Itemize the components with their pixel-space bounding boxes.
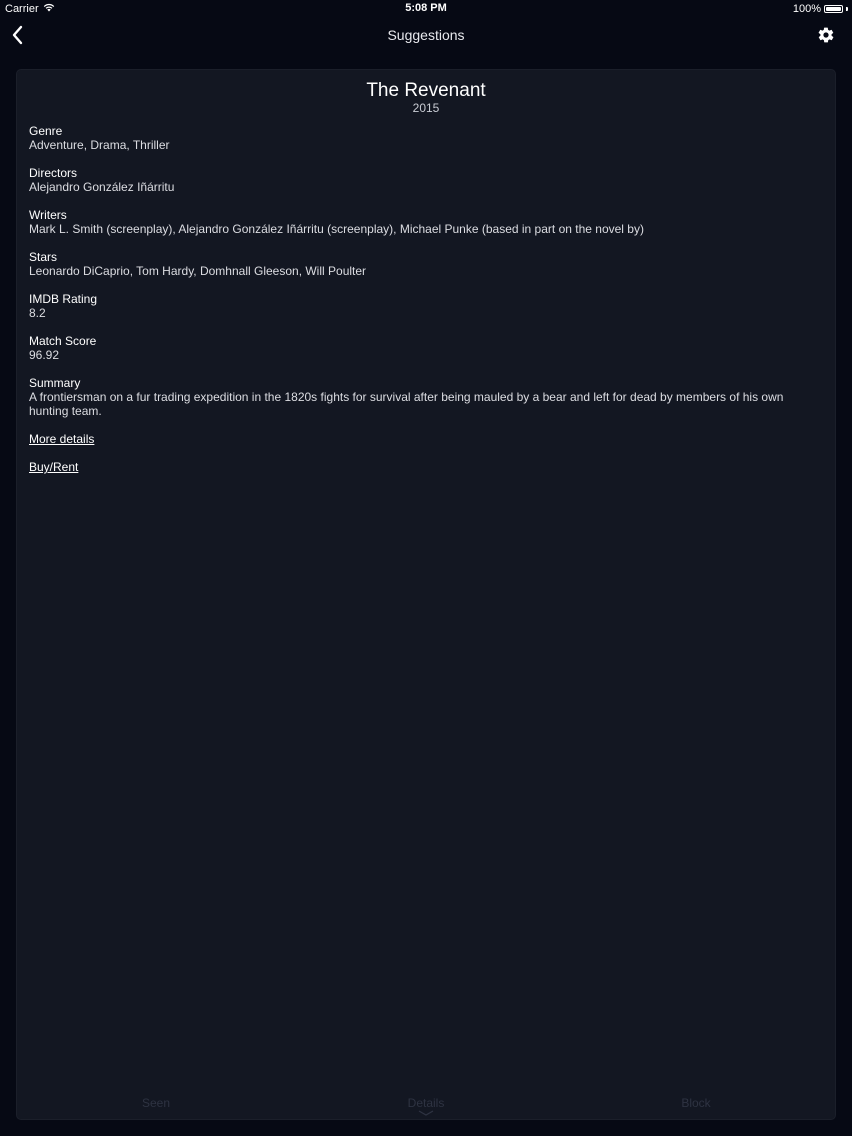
field-value: 96.92 (29, 348, 60, 362)
status-time: 5:08 PM (405, 2, 447, 14)
field-stars: Stars Leonardo DiCaprio, Tom Hardy, Domh… (29, 250, 795, 278)
status-bar: Carrier 5:08 PM 100% (0, 0, 852, 18)
field-genre: Genre Adventure, Drama, Thriller (29, 124, 795, 152)
buy-rent-link[interactable]: Buy/Rent (29, 460, 78, 474)
field-value: A frontiersman on a fur trading expediti… (29, 390, 784, 418)
field-directors: Directors Alejandro González Iñárritu (29, 166, 795, 194)
bottom-tab-bar: Seen Details Block (17, 1090, 835, 1119)
status-right: 100% (793, 3, 848, 15)
battery-tip (846, 7, 848, 11)
chevron-down-icon (418, 1110, 434, 1116)
battery-icon (824, 5, 843, 13)
field-label: Genre (29, 124, 63, 138)
field-label: Summary (29, 376, 81, 390)
field-label: Stars (29, 250, 58, 264)
tab-seen[interactable]: Seen (142, 1096, 170, 1110)
field-match-score: Match Score 96.92 (29, 334, 795, 362)
field-label: Writers (29, 208, 67, 222)
navigation-bar: Suggestions (0, 18, 852, 52)
movie-details: Genre Adventure, Drama, Thriller Directo… (29, 124, 795, 488)
field-label: Match Score (29, 334, 97, 348)
more-details-row: More details (29, 432, 795, 446)
field-value: Leonardo DiCaprio, Tom Hardy, Domhnall G… (29, 264, 367, 278)
gear-icon (818, 27, 834, 43)
tab-block[interactable]: Block (681, 1096, 710, 1110)
field-value: 8.2 (29, 306, 46, 320)
field-value: Alejandro González Iñárritu (29, 180, 175, 194)
movie-year: 2015 (412, 101, 440, 115)
page-title: Suggestions (387, 27, 465, 43)
field-label: Directors (29, 166, 78, 180)
field-value: Mark L. Smith (screenplay), Alejandro Go… (29, 222, 644, 236)
movie-card: The Revenant 2015 Genre Adventure, Drama… (17, 70, 835, 1119)
settings-button[interactable] (816, 25, 836, 45)
buy-rent-row: Buy/Rent (29, 460, 795, 474)
field-imdb-rating: IMDB Rating 8.2 (29, 292, 795, 320)
field-label: IMDB Rating (29, 292, 98, 306)
field-writers: Writers Mark L. Smith (screenplay), Alej… (29, 208, 795, 236)
field-summary: Summary A frontiersman on a fur trading … (29, 376, 795, 418)
field-value: Adventure, Drama, Thriller (29, 138, 170, 152)
battery-percent: 100% (792, 3, 821, 15)
movie-title: The Revenant (366, 80, 486, 101)
tab-details[interactable]: Details (408, 1096, 445, 1110)
more-details-link[interactable]: More details (29, 432, 94, 446)
